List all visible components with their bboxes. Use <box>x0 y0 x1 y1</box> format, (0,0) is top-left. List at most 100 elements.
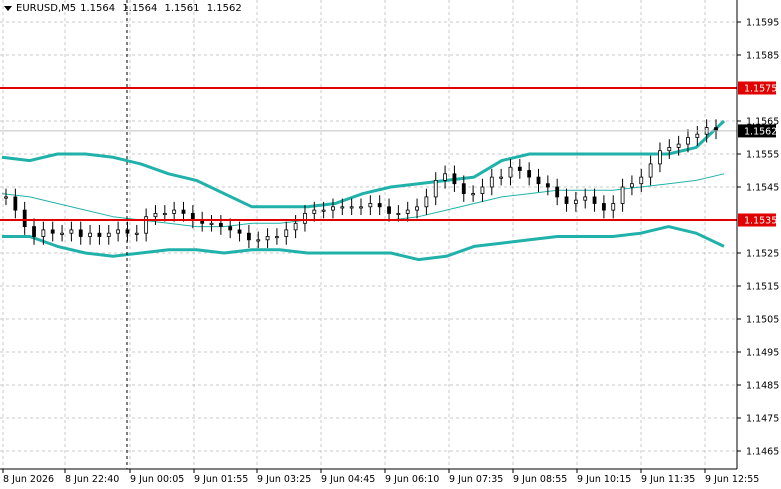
candle-body <box>377 203 382 208</box>
candle-body <box>564 196 569 204</box>
candle-body <box>639 176 644 185</box>
x-tick-label: 9 Jun 04:45 <box>321 474 375 485</box>
candle-body <box>116 229 121 234</box>
candle-body <box>359 206 363 209</box>
x-tick-label: 9 Jun 12:55 <box>705 474 759 485</box>
x-tick-label: 9 Jun 11:35 <box>641 474 695 485</box>
candle-body <box>13 196 18 211</box>
y-tick-label: 1.1465 <box>746 447 779 458</box>
ohlc-close: 1.1562 <box>206 3 242 14</box>
candle-body <box>303 212 307 224</box>
candle-body <box>499 176 504 179</box>
x-tick-label: 8 Jun 22:40 <box>65 474 119 485</box>
candle-body <box>32 226 36 237</box>
x-tick-label: 9 Jun 00:05 <box>130 474 184 485</box>
y-tick-label: 1.1475 <box>746 414 779 425</box>
ohlc-low: 1.1561 <box>164 3 200 14</box>
dropdown-triangle-icon[interactable] <box>4 6 12 11</box>
level-price-label: 1.1575 <box>744 84 777 95</box>
candle-body <box>181 209 186 214</box>
candle-body <box>162 212 167 215</box>
candle-body <box>78 229 83 237</box>
candle-body <box>69 229 74 234</box>
candle-body <box>256 239 261 242</box>
candle-body <box>246 232 251 241</box>
candle-body <box>396 212 401 215</box>
candle-body <box>611 203 616 211</box>
candle-body <box>153 212 158 218</box>
candle-body <box>405 209 410 214</box>
candle-body <box>265 236 270 241</box>
candle-body <box>237 229 242 234</box>
candle-body <box>321 209 326 212</box>
candle-body <box>583 196 588 201</box>
candle-body <box>489 176 494 188</box>
candle-body <box>4 196 8 199</box>
candle-body <box>41 229 46 237</box>
candle-body <box>293 222 298 231</box>
candle-body <box>349 206 354 209</box>
y-tick-label: 1.1515 <box>746 282 779 293</box>
x-tick-label: 9 Jun 03:25 <box>257 474 311 485</box>
candle-body <box>471 193 476 196</box>
candle-body <box>545 183 550 188</box>
candle-body <box>592 196 597 204</box>
x-axis: 8 Jun 2026 8 Jun 22:40 9 Jun 00:05 9 Jun 01… <box>2 469 759 485</box>
symbol-timeframe: EURUSD,M5 <box>16 3 77 14</box>
candle-body <box>331 206 335 211</box>
ohlc-high: 1.1564 <box>122 3 158 14</box>
candle-body <box>88 232 92 237</box>
candle-body <box>134 232 139 235</box>
candle-body <box>50 229 55 234</box>
candle-body <box>106 232 111 237</box>
candle-body <box>461 183 466 194</box>
candle-body <box>527 170 532 178</box>
candle-body <box>415 206 419 211</box>
candle-body <box>284 229 289 237</box>
candle-body <box>97 232 102 237</box>
candle-body <box>275 236 279 239</box>
candle-body <box>433 179 438 198</box>
x-tick-label: 9 Jun 01:55 <box>194 474 248 485</box>
y-tick-label: 1.1525 <box>746 249 779 260</box>
candle-body <box>555 186 560 198</box>
y-tick-label: 1.1595 <box>746 18 779 29</box>
x-tick-label: 9 Jun 08:55 <box>513 474 567 485</box>
candle-body <box>22 209 27 228</box>
candle-body <box>228 226 233 231</box>
candle-body <box>368 203 373 208</box>
ohlc-open: 1.1564 <box>80 3 116 14</box>
x-tick-label: 9 Jun 06:10 <box>385 474 439 485</box>
price-chart[interactable]: 1.15951.15851.15651.15551.15451.15251.15… <box>0 0 781 489</box>
candle-body <box>508 166 513 178</box>
level-price-label: 1.1535 <box>744 216 777 227</box>
candle-body <box>340 206 345 209</box>
x-tick-label: 8 Jun 2026 <box>3 474 54 485</box>
y-tick-label: 1.1495 <box>746 348 779 359</box>
candle-body <box>209 222 214 225</box>
candle-body <box>60 232 64 235</box>
y-tick-label: 1.1585 <box>746 51 779 62</box>
candle-body <box>218 222 223 228</box>
candle-body <box>536 176 541 185</box>
candle-body <box>480 186 485 194</box>
candle-body <box>424 196 429 208</box>
candle-body <box>387 206 391 214</box>
x-tick-label: 9 Jun 07:35 <box>449 474 503 485</box>
candle-body <box>667 146 672 152</box>
y-tick-label: 1.1485 <box>746 381 779 392</box>
candle-body <box>517 166 522 171</box>
candle-body <box>695 133 700 138</box>
candle-body <box>686 137 690 145</box>
candle-body <box>648 163 653 178</box>
candle-body <box>620 186 625 204</box>
x-tick-label: 9 Jun 10:15 <box>577 474 631 485</box>
y-tick-label: 1.1545 <box>746 183 779 194</box>
current-price-label: 1.1562 <box>744 126 777 137</box>
candle-body <box>601 203 606 211</box>
candle-body <box>312 209 317 214</box>
candle-body <box>452 173 457 185</box>
candle-body <box>573 199 578 204</box>
candle-body <box>676 143 681 148</box>
candle-body <box>443 173 447 181</box>
